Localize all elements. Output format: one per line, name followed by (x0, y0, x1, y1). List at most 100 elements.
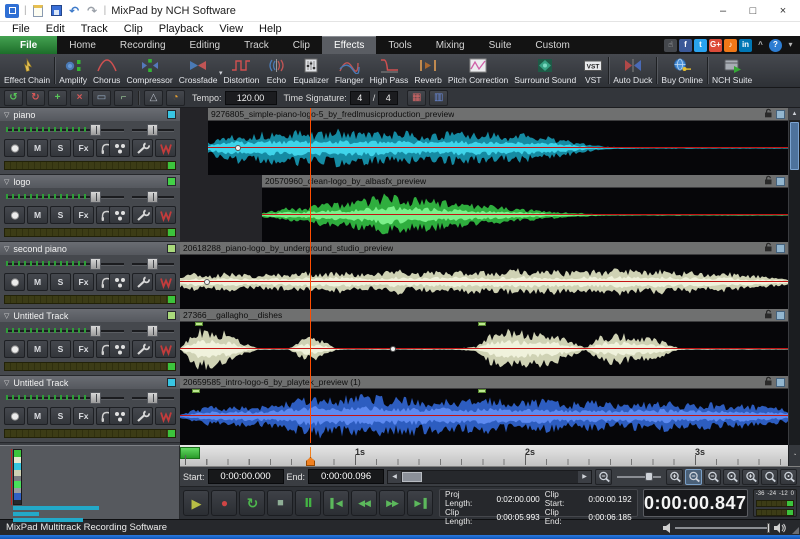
volume-envelope-line[interactable] (180, 281, 788, 282)
arm-record-button[interactable] (4, 407, 25, 425)
solo-button[interactable]: S (50, 273, 71, 291)
timeline-ruler[interactable]: 1s2s3s ◔ (180, 445, 800, 467)
volume-slider[interactable] (6, 325, 124, 337)
track-title-bar[interactable]: ▽piano (0, 108, 180, 121)
ribbon-button-effect-chain[interactable]: Effect Chain (1, 54, 53, 87)
mute-button[interactable]: M (27, 139, 48, 157)
mute-button[interactable]: M (27, 206, 48, 224)
undo-icon[interactable]: ↶ (68, 4, 81, 17)
volume-slider[interactable] (6, 258, 124, 270)
track-title-bar[interactable]: ▽Untitled Track (0, 309, 180, 322)
solo-button[interactable]: S (50, 139, 71, 157)
loop-playback-icon[interactable]: ↻ (26, 90, 45, 106)
clip-title-bar[interactable]: 20570960_clean-logo_by_albasfx_preview (262, 175, 788, 188)
collapse-chevron-icon[interactable]: ▽ (4, 178, 9, 186)
pan-slider[interactable] (132, 191, 174, 203)
tab-mixing[interactable]: Mixing (424, 36, 477, 54)
ribbon-button-chorus[interactable]: Chorus (90, 54, 123, 87)
waveform-canvas[interactable] (180, 255, 788, 309)
collapse-chevron-icon[interactable]: ▽ (4, 312, 9, 320)
linkedin-icon[interactable]: in (739, 39, 752, 52)
metronome-icon[interactable]: △ (144, 90, 163, 106)
help-icon[interactable]: ? (769, 39, 782, 52)
clip-options-button[interactable] (776, 311, 785, 320)
mixer-icon[interactable] (109, 407, 130, 425)
track-color-swatch[interactable] (167, 244, 176, 253)
collapse-chevron-icon[interactable]: ▽ (4, 111, 9, 119)
zoom-out-button[interactable] (704, 469, 721, 485)
waveform-icon[interactable] (155, 139, 176, 157)
mixer-window-icon[interactable]: ▦ (407, 90, 426, 106)
tab-clip[interactable]: Clip (281, 36, 322, 54)
waveform-canvas[interactable] (180, 188, 788, 242)
scroll-right-icon[interactable]: ▶ (578, 471, 591, 483)
menu-edit[interactable]: Edit (38, 23, 73, 36)
zoom-slider-knob[interactable] (645, 472, 653, 481)
clip-options-button[interactable] (776, 378, 785, 387)
pause-button[interactable]: Ⅱ (295, 490, 321, 516)
clip-marker[interactable] (192, 389, 200, 393)
play-button[interactable]: ▶ (183, 490, 209, 516)
envelope-point[interactable] (235, 145, 241, 151)
mute-button[interactable]: M (27, 340, 48, 358)
waveform-canvas[interactable] (180, 389, 788, 443)
menu-help[interactable]: Help (251, 23, 290, 36)
waveform-canvas[interactable] (180, 121, 788, 175)
ribbon-button-vst[interactable]: VSTVST (579, 54, 607, 87)
twitter-icon[interactable]: t (694, 39, 707, 52)
pan-thumb[interactable] (147, 191, 158, 203)
track-title-bar[interactable]: ▽Untitled Track (0, 376, 180, 389)
clip-marker[interactable] (195, 322, 203, 326)
ribbon-button-echo[interactable]: Echo (262, 54, 290, 87)
timesig-denominator-input[interactable]: 4 (378, 91, 398, 105)
vertical-scroll-thumb[interactable] (790, 122, 799, 170)
maximize-button[interactable]: □ (738, 0, 768, 21)
volume-thumb[interactable] (90, 124, 101, 136)
tab-tools[interactable]: Tools (376, 36, 423, 54)
waveform-icon[interactable] (155, 273, 176, 291)
zoom-slider[interactable] (617, 471, 661, 483)
ribbon-button-pitch-correction[interactable]: Pitch Correction (445, 54, 511, 87)
loop-button[interactable]: ↻ (239, 490, 265, 516)
track-color-swatch[interactable] (167, 110, 176, 119)
pan-thumb[interactable] (147, 392, 158, 404)
skip-start-button[interactable]: ▌◀ (323, 490, 349, 516)
minimize-button[interactable]: – (708, 0, 738, 21)
zoom-project-button[interactable] (780, 469, 797, 485)
clip-row-0[interactable]: 9276805_simple-piano-logo-5_by_fredlmusi… (180, 108, 788, 175)
fast-forward-button[interactable]: ▶▶ (379, 490, 405, 516)
fx-button[interactable]: Fx (73, 206, 94, 224)
volume-envelope-line[interactable] (208, 147, 788, 148)
clip-marker[interactable] (478, 322, 486, 326)
mixer-icon[interactable] (109, 340, 130, 358)
master-volume-slider[interactable] (663, 523, 786, 533)
save-icon[interactable] (50, 4, 63, 17)
facebook-icon[interactable]: f (679, 39, 692, 52)
nch-icon[interactable]: ♪ (724, 39, 737, 52)
envelope-point[interactable] (390, 346, 396, 352)
menu-clip[interactable]: Clip (116, 23, 151, 36)
ribbon-button-nch-suite[interactable]: NCH Suite (709, 54, 755, 87)
tab-suite[interactable]: Suite (477, 36, 524, 54)
ribbon-button-reverb[interactable]: Reverb (411, 54, 444, 87)
lock-icon[interactable] (764, 376, 773, 388)
track-title-bar[interactable]: ▽logo (0, 175, 180, 188)
ribbon-button-flanger[interactable]: Flanger (332, 54, 367, 87)
waveform-canvas[interactable] (180, 322, 788, 376)
menu-view[interactable]: View (211, 23, 251, 36)
tab-effects[interactable]: Effects (322, 36, 376, 54)
rewind-button[interactable]: ◀◀ (351, 490, 377, 516)
arm-record-button[interactable] (4, 206, 25, 224)
volume-slider[interactable] (6, 191, 124, 203)
ribbon-button-buy-online[interactable]: Buy Online (658, 54, 706, 87)
tab-home[interactable]: Home (57, 36, 108, 54)
ribbon-button-surround-sound[interactable]: Surround Sound (511, 54, 579, 87)
waveform-icon[interactable] (155, 407, 176, 425)
volume-thumb[interactable] (90, 258, 101, 270)
menu-file[interactable]: File (4, 23, 38, 36)
tab-recording[interactable]: Recording (108, 36, 178, 54)
fx-button[interactable]: Fx (73, 340, 94, 358)
lock-icon[interactable] (764, 309, 773, 321)
lock-icon[interactable] (764, 175, 773, 187)
solo-button[interactable]: S (50, 206, 71, 224)
